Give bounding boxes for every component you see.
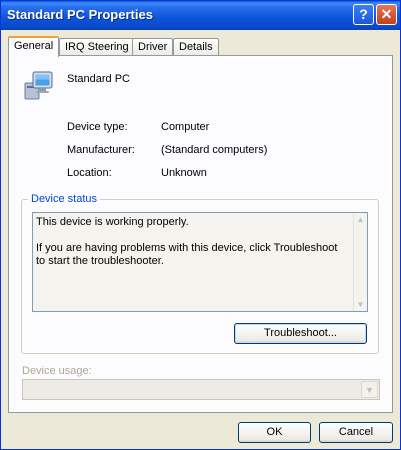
device-type-value: Computer [161,121,210,133]
window-title: Standard PC Properties [7,7,153,22]
status-line-1: This device is working properly. [36,216,189,228]
device-usage-label: Device usage: [22,365,92,377]
tab-general[interactable]: General [8,36,60,57]
tab-details[interactable]: Details [173,38,219,55]
help-icon: ? [359,6,368,22]
scroll-up-arrow-icon[interactable]: ▲ [354,213,367,226]
location-value: Unknown [161,167,207,179]
cancel-button[interactable]: Cancel [319,422,393,443]
scroll-down-arrow-icon[interactable]: ▼ [354,298,367,311]
device-status-textbox[interactable]: This device is working properly. If you … [32,212,368,312]
status-scrollbar[interactable]: ▲ ▼ [353,213,367,311]
tab-driver[interactable]: Driver [132,38,174,55]
ok-button[interactable]: OK [238,422,311,443]
manufacturer-label: Manufacturer: [67,144,135,156]
title-bar[interactable]: Standard PC Properties ? ✕ [1,1,400,30]
manufacturer-value: (Standard computers) [161,144,268,156]
tab-irq-steering[interactable]: IRQ Steering [59,38,135,55]
device-type-label: Device type: [67,121,128,133]
properties-dialog: Standard PC Properties ? ✕ General IRQ S… [0,0,401,450]
device-status-text: This device is working properly. If you … [36,216,346,268]
device-usage-select[interactable]: ▼ [22,379,380,400]
status-line-2: If you are having problems with this dev… [36,242,338,267]
help-button[interactable]: ? [353,4,374,25]
location-label: Location: [67,167,112,179]
device-status-legend: Device status [28,193,101,205]
close-button[interactable]: ✕ [376,4,397,25]
chevron-down-icon[interactable]: ▼ [361,381,378,398]
computer-icon [24,71,53,100]
troubleshoot-button[interactable]: Troubleshoot... [234,323,367,344]
close-icon: ✕ [380,6,393,22]
device-name: Standard PC [67,73,130,85]
